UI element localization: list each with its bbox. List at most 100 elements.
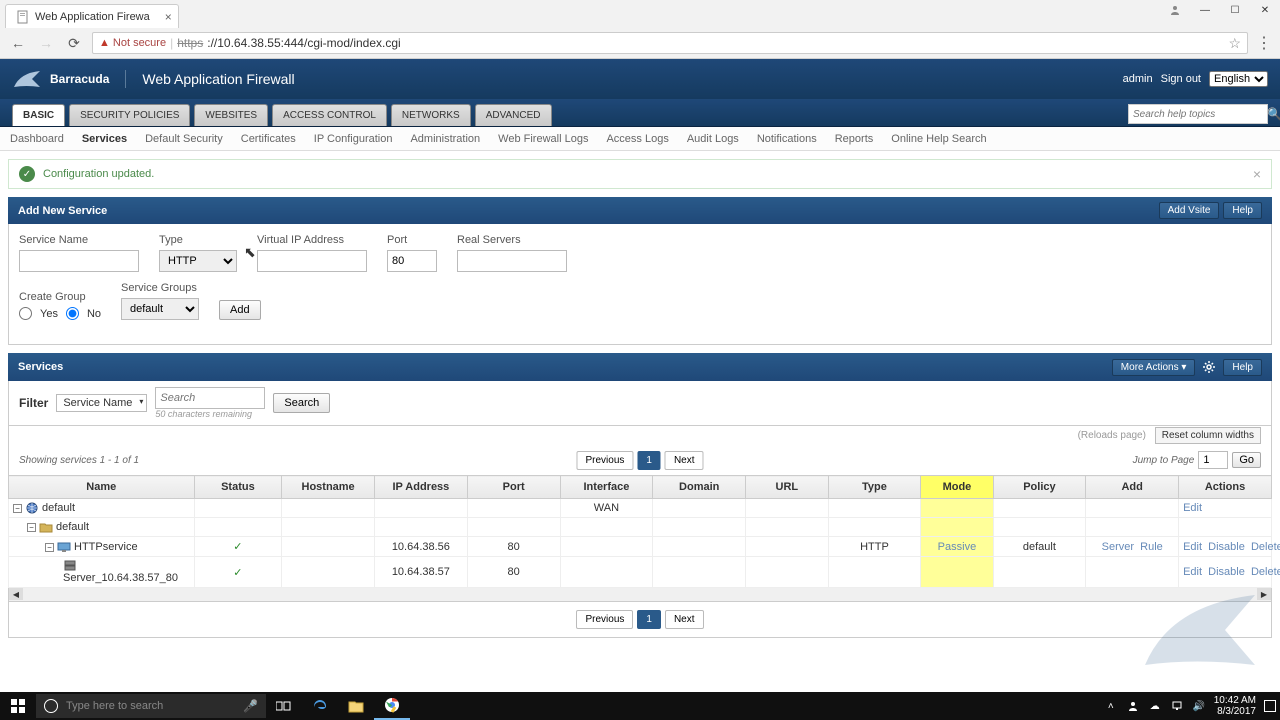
window-close[interactable]: ✕ [1250, 0, 1280, 20]
system-clock[interactable]: 10:42 AM 8/3/2017 [1214, 695, 1256, 717]
filter-search-input[interactable] [155, 387, 265, 409]
subnav-default-security[interactable]: Default Security [145, 133, 223, 145]
start-button[interactable] [0, 692, 36, 720]
server-disable-link[interactable]: Disable [1208, 566, 1245, 578]
browser-menu-icon[interactable]: ⋮ [1256, 33, 1272, 53]
type-select[interactable]: HTTP [159, 250, 237, 272]
filter-field-dropdown[interactable]: Service Name [56, 394, 147, 412]
prev-page-bottom[interactable]: Previous [576, 610, 633, 629]
prev-page-button[interactable]: Previous [576, 451, 633, 470]
people-icon[interactable] [1126, 699, 1140, 713]
page-1-button[interactable]: 1 [637, 451, 661, 470]
services-help-button[interactable]: Help [1223, 359, 1262, 376]
reload-button[interactable]: ⟳ [64, 33, 84, 53]
horizontal-scrollbar[interactable]: ◀ ▶ [8, 588, 1272, 602]
nav-advanced[interactable]: ADVANCED [475, 104, 552, 126]
col-actions[interactable]: Actions [1179, 476, 1272, 499]
service-delete-link[interactable]: Delete [1251, 541, 1280, 553]
server-delete-link[interactable]: Delete [1251, 566, 1280, 578]
col-type[interactable]: Type [828, 476, 921, 499]
col-status[interactable]: Status [194, 476, 282, 499]
service-disable-link[interactable]: Disable [1208, 541, 1245, 553]
subnav-ip-config[interactable]: IP Configuration [314, 133, 393, 145]
reset-column-widths[interactable]: Reset column widths [1155, 427, 1261, 444]
vip-input[interactable] [257, 250, 367, 272]
nav-networks[interactable]: NETWORKS [391, 104, 471, 126]
jump-page-input[interactable] [1198, 451, 1228, 469]
more-actions-button[interactable]: More Actions ▾ [1112, 359, 1196, 376]
onedrive-icon[interactable]: ☁ [1148, 699, 1162, 713]
subnav-certificates[interactable]: Certificates [241, 133, 296, 145]
window-minimize[interactable]: — [1190, 0, 1220, 20]
col-name[interactable]: Name [9, 476, 195, 499]
add-service-help-button[interactable]: Help [1223, 202, 1262, 219]
mic-icon[interactable]: 🎤 [243, 699, 258, 713]
col-hostname[interactable]: Hostname [282, 476, 375, 499]
nav-basic[interactable]: BASIC [12, 104, 65, 126]
settings-gear-icon[interactable] [1199, 358, 1219, 376]
real-servers-input[interactable] [457, 250, 567, 272]
subnav-notifications[interactable]: Notifications [757, 133, 817, 145]
add-rule-link[interactable]: Rule [1140, 541, 1163, 553]
subnav-services[interactable]: Services [82, 133, 127, 145]
create-group-yes-radio[interactable] [19, 307, 32, 320]
col-port[interactable]: Port [467, 476, 560, 499]
taskbar-search[interactable]: Type here to search 🎤 [36, 694, 266, 718]
server-edit-link[interactable]: Edit [1183, 566, 1202, 578]
scroll-right-icon[interactable]: ▶ [1257, 588, 1271, 600]
notifications-icon[interactable] [1264, 700, 1276, 712]
tray-up-icon[interactable]: ˄ [1104, 699, 1118, 713]
nav-security-policies[interactable]: SECURITY POLICIES [69, 104, 190, 126]
network-icon[interactable] [1170, 699, 1184, 713]
service-name-input[interactable] [19, 250, 139, 272]
scroll-left-icon[interactable]: ◀ [9, 588, 23, 600]
subnav-audit-logs[interactable]: Audit Logs [687, 133, 739, 145]
help-search[interactable]: 🔍 [1128, 104, 1268, 124]
col-url[interactable]: URL [746, 476, 828, 499]
task-view-icon[interactable] [266, 692, 302, 720]
chrome-icon[interactable] [374, 692, 410, 720]
signout-link[interactable]: Sign out [1161, 73, 1201, 85]
address-bar[interactable]: ▲ Not secure | https://10.64.38.55:444/c… [92, 32, 1248, 54]
subnav-online-help[interactable]: Online Help Search [891, 133, 986, 145]
search-icon[interactable]: 🔍 [1267, 107, 1280, 121]
add-vsite-button[interactable]: Add Vsite [1159, 202, 1220, 219]
bookmark-icon[interactable]: ☆ [1228, 35, 1241, 52]
nav-access-control[interactable]: ACCESS CONTROL [272, 104, 387, 126]
back-button[interactable]: ← [8, 33, 28, 53]
tree-toggle-icon[interactable]: − [27, 523, 36, 532]
next-page-button[interactable]: Next [665, 451, 704, 470]
tab-close-icon[interactable]: × [165, 10, 172, 24]
subnav-reports[interactable]: Reports [835, 133, 874, 145]
go-button[interactable]: Go [1232, 452, 1261, 468]
page-1-bottom[interactable]: 1 [637, 610, 661, 629]
browser-account-icon[interactable] [1160, 0, 1190, 20]
add-server-link[interactable]: Server [1102, 541, 1134, 553]
vsite-edit-link[interactable]: Edit [1183, 502, 1202, 514]
subnav-administration[interactable]: Administration [410, 133, 480, 145]
file-explorer-icon[interactable] [338, 692, 374, 720]
alert-close-icon[interactable]: × [1253, 166, 1261, 182]
port-input[interactable] [387, 250, 437, 272]
subnav-dashboard[interactable]: Dashboard [10, 133, 64, 145]
next-page-bottom[interactable]: Next [665, 610, 704, 629]
col-add[interactable]: Add [1086, 476, 1179, 499]
subnav-web-firewall-logs[interactable]: Web Firewall Logs [498, 133, 588, 145]
window-maximize[interactable]: ☐ [1220, 0, 1250, 20]
volume-icon[interactable]: 🔊 [1192, 699, 1206, 713]
nav-websites[interactable]: WEBSITES [194, 104, 268, 126]
col-domain[interactable]: Domain [653, 476, 746, 499]
language-select[interactable]: English [1209, 71, 1268, 87]
help-search-input[interactable] [1133, 109, 1267, 120]
subnav-access-logs[interactable]: Access Logs [606, 133, 668, 145]
add-button[interactable]: Add [219, 300, 261, 320]
browser-tab[interactable]: Web Application Firewa × [5, 4, 179, 28]
create-group-no-radio[interactable] [66, 307, 79, 320]
tree-toggle-icon[interactable]: − [13, 504, 22, 513]
edge-icon[interactable] [302, 692, 338, 720]
service-edit-link[interactable]: Edit [1183, 541, 1202, 553]
col-mode[interactable]: Mode [921, 476, 993, 499]
col-policy[interactable]: Policy [993, 476, 1086, 499]
tree-toggle-icon[interactable]: − [45, 543, 54, 552]
search-button[interactable]: Search [273, 393, 330, 413]
